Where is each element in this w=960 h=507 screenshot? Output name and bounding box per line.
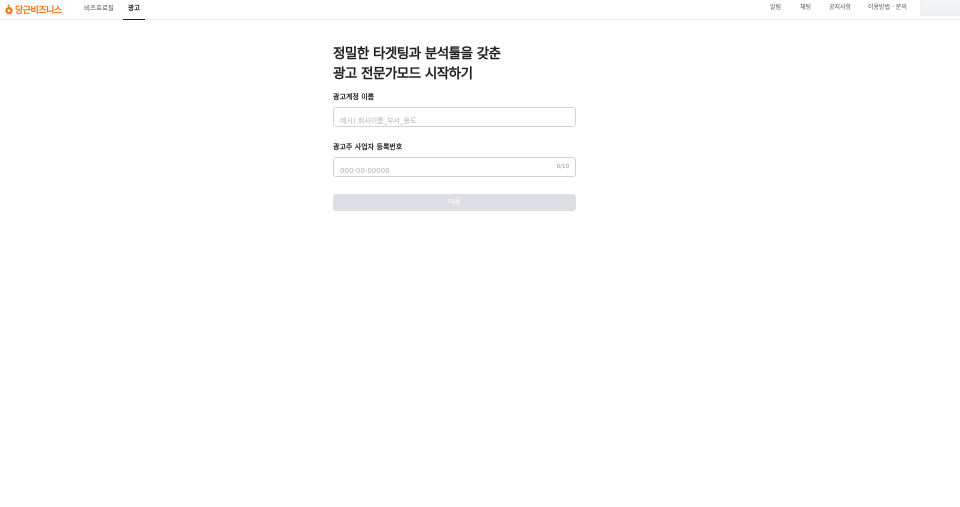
notices-link[interactable]: 공지사항 [829, 0, 851, 16]
business-number-field[interactable]: 0/10 [333, 157, 576, 180]
tab-bizprofile-label: 비즈프로필 [84, 4, 114, 12]
page-title-line-1: 정밀한 타겟팅과 분석툴을 갖춘 [333, 46, 501, 62]
logo[interactable]: 당근비즈니스 [5, 2, 62, 16]
page-title: 정밀한 타겟팅과 분석툴을 갖춘 광고 전문가모드 시작하기 [333, 44, 576, 84]
character-counter: 0/10 [556, 164, 569, 170]
next-button[interactable]: 다음 [333, 194, 576, 211]
chat-link[interactable]: 채팅 [800, 0, 811, 16]
page-title-line-2: 광고 전문가모드 시작하기 [333, 66, 473, 82]
ad-account-setup-form: 정밀한 타겟팅과 분석툴을 갖춘 광고 전문가모드 시작하기 광고계정 이름 광… [333, 44, 576, 211]
tab-bizprofile[interactable]: 비즈프로필 [84, 0, 114, 20]
tab-ads[interactable]: 광고 [123, 0, 145, 20]
account-name-input[interactable] [334, 112, 575, 130]
account-name-label: 광고계정 이름 [333, 93, 375, 101]
logo-text: 당근비즈니스 [15, 5, 62, 16]
business-number-label: 광고주 사업자 등록번호 [333, 143, 403, 151]
tab-ads-label: 광고 [128, 4, 140, 12]
account-name-field[interactable] [333, 107, 576, 130]
notifications-link[interactable]: 알림 [770, 0, 781, 16]
top-navigation-bar: 당근비즈니스 비즈프로필 광고 알림 채팅 공지사항 이용방법 · 문의 [0, 0, 960, 20]
help-inquiry-link[interactable]: 이용방법 · 문의 [868, 0, 907, 16]
carrot-logo-icon [5, 4, 13, 15]
business-number-input[interactable] [334, 162, 575, 180]
account-menu[interactable] [920, 0, 960, 16]
